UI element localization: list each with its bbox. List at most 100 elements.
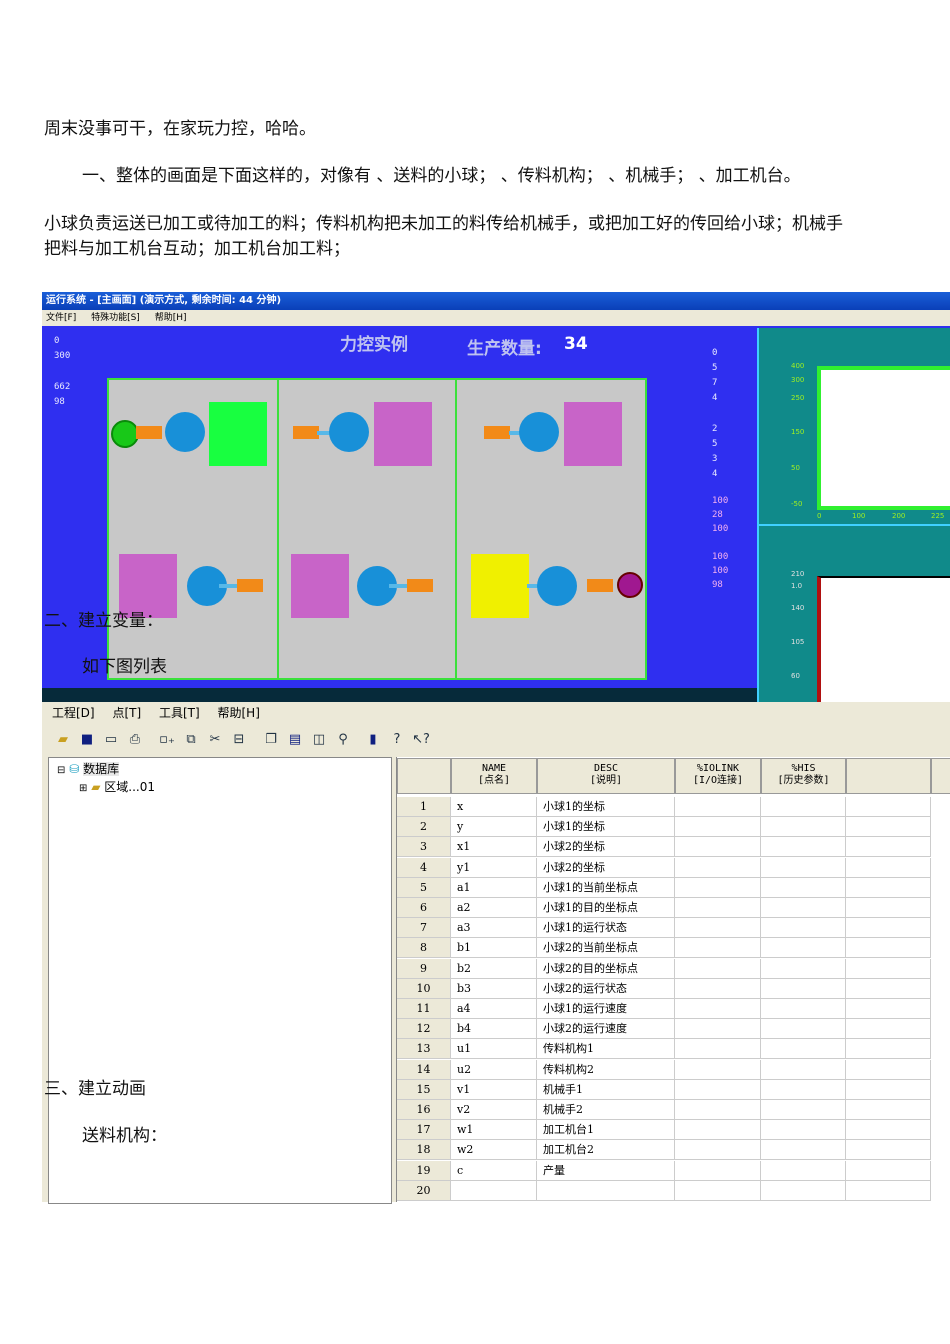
desc-cell[interactable]: 小球2的运行速度 xyxy=(537,1019,675,1040)
row-number[interactable]: 14 xyxy=(397,1059,451,1080)
extra-cell[interactable] xyxy=(846,1059,931,1080)
collapse-icon[interactable]: ⊟ xyxy=(57,765,65,776)
table-row[interactable]: 1 x 小球1的坐标 xyxy=(397,797,950,817)
desc-cell[interactable]: 小球1的目的坐标点 xyxy=(537,898,675,918)
add-point-icon[interactable]: ▫₊ xyxy=(158,732,176,748)
iolink-cell[interactable] xyxy=(675,918,761,939)
his-cell[interactable] xyxy=(761,898,846,918)
iolink-cell[interactable] xyxy=(675,1180,761,1201)
duplicate-icon[interactable]: ◫ xyxy=(310,732,328,748)
desc-cell[interactable]: 传料机构2 xyxy=(537,1059,675,1080)
extra-cell[interactable] xyxy=(846,1140,931,1161)
row-number[interactable]: 7 xyxy=(397,918,451,939)
row-number[interactable]: 11 xyxy=(397,999,451,1019)
desc-cell[interactable]: 小球2的坐标 xyxy=(537,857,675,878)
desc-cell[interactable]: 小球1的运行速度 xyxy=(537,999,675,1019)
row-number[interactable]: 3 xyxy=(397,837,451,858)
iolink-cell[interactable] xyxy=(675,938,761,959)
row-number[interactable]: 1 xyxy=(397,797,451,817)
exit-icon[interactable]: ▮ xyxy=(364,732,382,748)
iolink-cell[interactable] xyxy=(675,1059,761,1080)
table-row[interactable]: 8 b1 小球2的当前坐标点 xyxy=(397,938,950,959)
iolink-cell[interactable] xyxy=(675,857,761,878)
paste-icon[interactable]: ▤ xyxy=(286,732,304,748)
extra-cell[interactable] xyxy=(846,1079,931,1100)
open-icon[interactable]: ▰ xyxy=(54,732,72,748)
column-header-desc[interactable]: DESC [说明] xyxy=(537,758,675,794)
row-number[interactable]: 6 xyxy=(397,898,451,918)
table-row[interactable]: 19 c 产量 xyxy=(397,1160,950,1181)
name-cell[interactable]: x1 xyxy=(451,837,537,858)
name-cell[interactable]: a1 xyxy=(451,877,537,898)
table-row[interactable]: 20 xyxy=(397,1180,950,1201)
extra-cell[interactable] xyxy=(846,1120,931,1141)
table-row[interactable]: 11 a4 小球1的运行速度 xyxy=(397,999,950,1019)
extra-cell[interactable] xyxy=(846,1019,931,1040)
menu-tools[interactable]: 工具[T] xyxy=(159,706,200,720)
table-row[interactable]: 18 w2 加工机台2 xyxy=(397,1140,950,1161)
extra-cell[interactable] xyxy=(846,877,931,898)
print-icon[interactable]: ⎙ xyxy=(126,732,144,748)
his-cell[interactable] xyxy=(761,938,846,959)
column-header-his[interactable]: %HIS [历史参数] xyxy=(761,758,846,794)
menu-help[interactable]: 帮助[H] xyxy=(155,313,187,323)
table-row[interactable]: 2 y 小球1的坐标 xyxy=(397,817,950,838)
his-cell[interactable] xyxy=(761,1019,846,1040)
context-help-icon[interactable]: ↖? xyxy=(412,732,430,748)
iolink-cell[interactable] xyxy=(675,1120,761,1141)
desc-cell[interactable]: 小球1的运行状态 xyxy=(537,918,675,939)
extra-cell[interactable] xyxy=(846,978,931,999)
his-cell[interactable] xyxy=(761,1120,846,1141)
table-row[interactable]: 14 u2 传料机构2 xyxy=(397,1059,950,1080)
iolink-cell[interactable] xyxy=(675,1100,761,1120)
his-cell[interactable] xyxy=(761,999,846,1019)
name-cell[interactable] xyxy=(451,1180,537,1201)
name-cell[interactable]: v2 xyxy=(451,1100,537,1120)
iolink-cell[interactable] xyxy=(675,898,761,918)
extra-cell[interactable] xyxy=(846,837,931,858)
cut-point-icon[interactable]: ✂ xyxy=(206,732,224,748)
desc-cell[interactable]: 小球1的坐标 xyxy=(537,797,675,817)
menu-point[interactable]: 点[T] xyxy=(112,706,141,720)
help-icon[interactable]: ? xyxy=(388,732,406,748)
menu-special[interactable]: 特殊功能[S] xyxy=(91,313,140,323)
table-row[interactable]: 17 w1 加工机台1 xyxy=(397,1120,950,1141)
his-cell[interactable] xyxy=(761,817,846,838)
table-row[interactable]: 3 x1 小球2的坐标 xyxy=(397,837,950,858)
menu-help[interactable]: 帮助[H] xyxy=(218,706,260,720)
window-icon[interactable]: ▭ xyxy=(102,732,120,748)
his-cell[interactable] xyxy=(761,797,846,817)
name-cell[interactable]: u1 xyxy=(451,1039,537,1060)
row-number[interactable]: 16 xyxy=(397,1100,451,1120)
desc-cell[interactable]: 加工机台2 xyxy=(537,1140,675,1161)
his-cell[interactable] xyxy=(761,1140,846,1161)
link-icon[interactable]: ⊟ xyxy=(230,732,248,748)
iolink-cell[interactable] xyxy=(675,1079,761,1100)
extra-cell[interactable] xyxy=(846,958,931,979)
desc-cell[interactable]: 小球1的当前坐标点 xyxy=(537,877,675,898)
row-number[interactable]: 13 xyxy=(397,1039,451,1060)
iolink-cell[interactable] xyxy=(675,1140,761,1161)
row-number[interactable]: 5 xyxy=(397,877,451,898)
his-cell[interactable] xyxy=(761,1059,846,1080)
name-cell[interactable]: a2 xyxy=(451,898,537,918)
iolink-cell[interactable] xyxy=(675,999,761,1019)
his-cell[interactable] xyxy=(761,877,846,898)
table-row[interactable]: 4 y1 小球2的坐标 xyxy=(397,857,950,878)
row-number[interactable]: 2 xyxy=(397,817,451,838)
row-number[interactable]: 20 xyxy=(397,1180,451,1201)
copy-point-icon[interactable]: ⧉ xyxy=(182,732,200,748)
desc-cell[interactable]: 小球2的坐标 xyxy=(537,837,675,858)
table-row[interactable]: 10 b3 小球2的运行状态 xyxy=(397,978,950,999)
row-number[interactable]: 15 xyxy=(397,1079,451,1100)
menu-file[interactable]: 文件[F] xyxy=(46,313,76,323)
his-cell[interactable] xyxy=(761,958,846,979)
row-number[interactable]: 10 xyxy=(397,978,451,999)
table-row[interactable]: 7 a3 小球1的运行状态 xyxy=(397,918,950,939)
table-row[interactable]: 15 v1 机械手1 xyxy=(397,1079,950,1100)
iolink-cell[interactable] xyxy=(675,877,761,898)
expand-icon[interactable]: ⊞ xyxy=(79,783,87,794)
his-cell[interactable] xyxy=(761,1039,846,1060)
extra-cell[interactable] xyxy=(846,999,931,1019)
his-cell[interactable] xyxy=(761,837,846,858)
